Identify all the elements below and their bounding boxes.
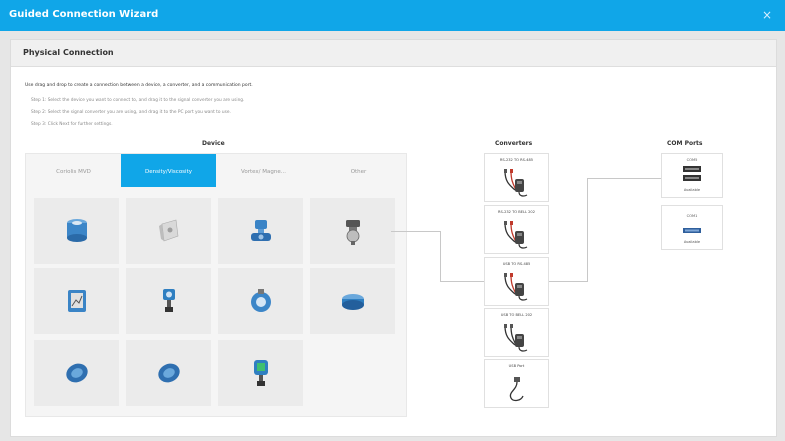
- converter-cable-icon: [504, 324, 528, 352]
- sensor-ring-icon: [157, 363, 180, 383]
- connector-line-port: [587, 178, 661, 179]
- instructions-intro: Use drag and drop to create a connection…: [25, 83, 253, 88]
- com-port-status: Available: [683, 240, 701, 244]
- device-tile-10[interactable]: [126, 340, 211, 406]
- device-tile-3[interactable]: [218, 198, 303, 264]
- device-tile-7[interactable]: [218, 268, 303, 334]
- fork-meter-icon: [162, 289, 175, 312]
- device-tile-8[interactable]: [310, 268, 395, 334]
- density-meter-icon: [345, 220, 360, 245]
- gray-box-meter-icon: [158, 219, 178, 242]
- title-bar: Guided Connection Wizard ×: [0, 0, 785, 31]
- serial-port-icon: [683, 166, 701, 181]
- section-title: Physical Connection: [23, 48, 114, 57]
- tab-coriolis-mvd[interactable]: Coriolis MVD: [26, 154, 121, 187]
- serial-port-icon: [683, 228, 701, 233]
- converter-cable-icon: [504, 273, 528, 301]
- com-ports-heading: COM Ports: [667, 140, 703, 147]
- instruction-step-1: Step 1: Select the device you want to co…: [31, 98, 245, 103]
- close-icon[interactable]: ×: [762, 8, 772, 22]
- device-tile-6[interactable]: [126, 268, 211, 334]
- transmitter-head-icon: [253, 360, 268, 386]
- com-port-name: COM1: [686, 214, 698, 218]
- tab-vortex-magnetic[interactable]: Vortex/ Magne...: [216, 154, 311, 187]
- round-meter-icon: [250, 289, 271, 312]
- transmitter-box-icon: [67, 290, 86, 312]
- tab-density-viscosity[interactable]: Density/Viscosity: [121, 154, 216, 187]
- device-tile-5[interactable]: [34, 268, 119, 334]
- device-heading: Device: [202, 140, 225, 147]
- com-port-name: COM5: [686, 158, 698, 162]
- device-tile-9[interactable]: [34, 340, 119, 406]
- cylinder-meter-icon: [66, 219, 87, 242]
- converter-label: USB TO BELL 202: [500, 313, 533, 317]
- device-panel: Coriolis MVD Density/Viscosity Vortex/ M…: [25, 153, 407, 417]
- converter-rs232-bell202[interactable]: RS-232 TO BELL 202: [484, 205, 549, 254]
- window-title: Guided Connection Wizard: [9, 9, 159, 20]
- usb-cable-icon: [509, 377, 524, 402]
- instruction-step-3: Step 3: Click Next for further settings.: [31, 122, 113, 127]
- converter-label: USB Port: [508, 364, 525, 368]
- device-tile-11[interactable]: [218, 340, 303, 406]
- com-port-status: Available: [683, 188, 701, 192]
- device-tile-1[interactable]: [34, 198, 119, 264]
- connector-line-device: [440, 281, 484, 282]
- converter-label: USB TO RS-485: [502, 262, 531, 266]
- converter-label: RS-232 TO RS-485: [499, 158, 534, 162]
- device-tile-4[interactable]: [310, 198, 395, 264]
- wizard-panel: Physical Connection Use drag and drop to…: [10, 39, 777, 437]
- tab-other[interactable]: Other: [311, 154, 406, 187]
- flow-meter-icon: [250, 220, 271, 241]
- converter-cable-icon: [504, 169, 528, 197]
- connector-line-port: [587, 178, 588, 282]
- connector-line-device: [391, 231, 440, 232]
- converter-usb-bell202[interactable]: USB TO BELL 202: [484, 308, 549, 357]
- connector-line-port: [547, 281, 587, 282]
- converter-usb-rs485[interactable]: USB TO RS-485: [484, 257, 549, 306]
- instruction-step-2: Step 2: Select the signal converter you …: [31, 110, 231, 115]
- sensor-ring-icon: [65, 363, 88, 383]
- section-header: Physical Connection: [11, 40, 776, 67]
- disc-sensor-icon: [341, 294, 364, 310]
- com-port-com1[interactable]: COM1 Available: [661, 205, 723, 250]
- converters-heading: Converters: [495, 140, 533, 147]
- device-tile-2[interactable]: [126, 198, 211, 264]
- converter-label: RS-232 TO BELL 202: [498, 210, 535, 214]
- converter-rs232-rs485[interactable]: RS-232 TO RS-485: [484, 153, 549, 202]
- connector-line-device: [440, 231, 441, 282]
- com-port-com5[interactable]: COM5 Available: [661, 153, 723, 198]
- converter-cable-icon: [504, 221, 528, 249]
- converter-usb-port[interactable]: USB Port: [484, 359, 549, 408]
